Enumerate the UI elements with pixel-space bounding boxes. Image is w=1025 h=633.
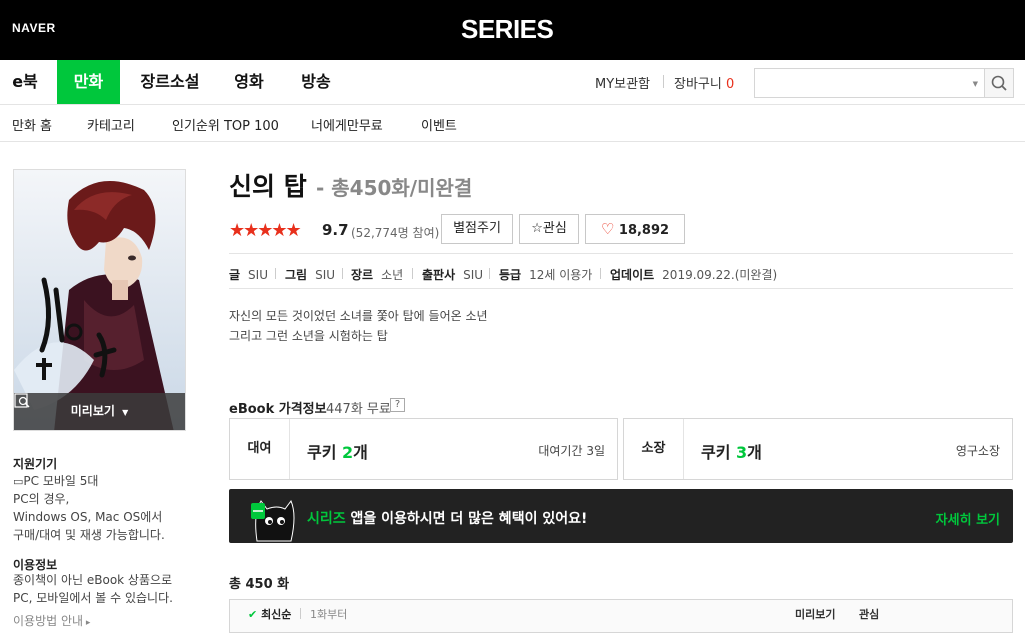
price-info-title: eBook 가격정보 [229,402,327,417]
rating-score: 9.7 [322,221,349,239]
check-icon: ✔ [248,608,258,621]
col-preview: 미리보기 [795,608,836,621]
episode-total: 총 450 화 [229,577,290,592]
sort-latest[interactable]: ✔ 최신순 [248,606,291,622]
lnb-category[interactable]: 카테고리 [87,115,135,134]
usage-note-1: 종이책이 아닌 eBook 상품으로 [13,573,173,587]
app-promo-banner[interactable]: 시리즈 앱을 이용하시면 더 많은 혜택이 있어요! 자세히 보기 [229,489,1013,543]
search-button[interactable] [984,68,1014,98]
rent-period: 대여기간 3일 [538,444,605,458]
naver-logo[interactable]: NAVER [12,21,56,35]
chevron-right-icon: ▸ [83,618,91,628]
pc-note-3: 구매/대여 및 재생 가능합니다. [13,528,165,542]
own-option[interactable]: 소장 쿠키 3개 영구소장 [623,418,1013,480]
sort-first[interactable]: 1화부터 [310,606,347,622]
gnb-ebook[interactable]: e북 [0,60,50,104]
star-rating-icon: ★★★★★ [229,220,302,241]
meta-updated: 업데이트 2019.09.22.(미완결) [610,268,778,282]
cart-label: 장바구니 [674,77,722,92]
meta-publisher: 출판사 SIU [422,268,484,282]
usage-note-2: PC, 모바일에서 볼 수 있습니다. [13,591,173,605]
usage-guide-link[interactable]: 이용방법 안내 ▸ [13,612,90,629]
meta-rating-age: 등급 12세 이용가 [499,268,593,282]
magnifier-icon [14,393,30,408]
main-nav: e북 만화 장르소설 영화 방송 MY보관함 장바구니 0 ▼ [0,60,1025,105]
my-library-link[interactable]: MY보관함 [595,73,650,92]
own-label: 소장 [624,419,684,479]
col-interest: 관심 [859,608,880,621]
top-bar: NAVER SERIES [0,0,1025,60]
pc-note-1: PC의 경우, [13,492,70,506]
episode-list-header: ✔ 최신순 1화부터 미리보기 관심 [229,599,1013,633]
description-line-1: 자신의 모든 것이었던 소녀를 쫓아 탑에 들어온 소년 [229,309,488,323]
own-price: 쿠키 3개 [701,443,762,462]
chevron-down-icon[interactable]: ▼ [973,80,978,88]
support-title: 지원기기 [13,457,58,471]
search-input[interactable]: ▼ [754,68,984,98]
cart-link[interactable]: 장바구니 0 [674,73,734,92]
util-divider [663,75,664,88]
rent-label: 대여 [230,419,290,479]
banner-text: 시리즈 앱을 이용하시면 더 많은 혜택이 있어요! [307,511,588,527]
banner-more-link[interactable]: 자세히 보기 [936,509,1000,528]
own-period: 영구소장 [955,444,1000,458]
like-count: 18,892 [618,223,670,238]
preview-button[interactable]: 미리보기 ▼ [14,393,185,430]
cat-mascot-icon [251,500,295,542]
cart-count: 0 [725,77,735,92]
gnb-genre-novel[interactable]: 장르소설 [128,60,212,104]
lnb-top100[interactable]: 인기순위 TOP 100 [172,115,279,134]
search-icon [991,75,1007,91]
like-button[interactable]: ♡ 18,892 [585,214,685,244]
gnb-movie[interactable]: 영화 [220,60,278,104]
star-outline-icon: ☆ [531,221,543,236]
sub-nav: 만화 홈 카테고리 인기순위 TOP 100 너에게만무료 이벤트 [0,105,1025,142]
meta-writer: 글 SIU [229,268,268,282]
interest-button[interactable]: ☆관심 [519,214,579,244]
meta-genre: 장르 소년 [351,268,404,282]
lnb-comic-home[interactable]: 만화 홈 [12,115,52,134]
caret-down-icon: ▼ [122,408,129,417]
gnb-comic[interactable]: 만화 [57,60,120,104]
heart-icon: ♡ [600,220,615,238]
gnb-broadcast[interactable]: 방송 [287,60,345,104]
supported-devices: ▭PC 모바일 5대 [13,474,99,488]
divider [229,253,1013,254]
page-title: 신의 탑 [229,172,307,201]
title-episode-info: - 총450화/미완결 [316,176,473,200]
lnb-event[interactable]: 이벤트 [421,115,457,134]
pc-note-2: Windows OS, Mac OS에서 [13,510,163,524]
preview-label: 미리보기 [70,404,115,418]
cover-image[interactable]: 미리보기 ▼ [13,169,186,431]
meta-artist: 그림 SIU [285,268,336,282]
divider [229,288,1013,289]
rent-option[interactable]: 대여 쿠키 2개 대여기간 3일 [229,418,618,480]
free-episode-info: 447화 무료 [326,402,391,417]
rent-price: 쿠키 2개 [307,443,368,462]
monitor-icon: ▭ [13,475,24,488]
cover-art [14,170,185,430]
rating-count: (52,774명 참여) [351,226,440,240]
rate-button[interactable]: 별점주기 [441,214,513,244]
help-icon[interactable]: ? [390,398,405,412]
description-line-2: 그리고 그런 소년을 시험하는 탑 [229,329,388,343]
lnb-free-for-you[interactable]: 너에게만무료 [311,115,383,134]
series-logo[interactable]: SERIES [461,14,554,45]
